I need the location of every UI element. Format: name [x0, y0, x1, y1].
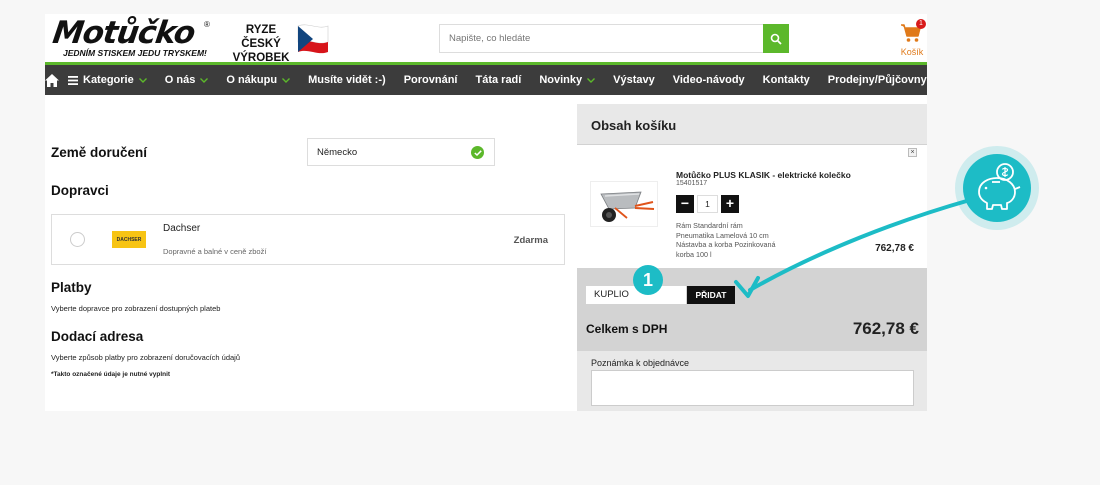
search-icon [770, 33, 782, 45]
nav-item-musite-videt[interactable]: Musíte vidět :-) [299, 65, 395, 95]
nav-item-video-navody[interactable]: Video-návody [664, 65, 754, 95]
decrease-quantity-button[interactable]: − [676, 195, 694, 213]
payments-note: Vyberte dopravce pro zobrazení dostupnýc… [51, 304, 221, 313]
logo-registered-mark: ® [204, 20, 210, 29]
nav-label-novinky: Novinky [539, 74, 583, 86]
nav-item-novinky[interactable]: Novinky [530, 65, 604, 95]
carrier-name: Dachser [163, 223, 201, 234]
country-select[interactable]: Německo [307, 138, 495, 166]
made-in-czech-text: RYZE ČESKÝ VÝROBEK [226, 23, 296, 65]
czech-flag-icon [297, 24, 329, 54]
nav-label-tata-radi: Táta radí [475, 74, 522, 86]
savings-badge-inner [963, 154, 1031, 222]
nav-item-o-nas[interactable]: O nás [156, 65, 218, 95]
carrier-radio[interactable] [70, 232, 85, 247]
nav-label-kategorie: Kategorie [83, 74, 134, 86]
dachser-logo: DACHSER [112, 231, 146, 248]
cart-label: Košík [900, 47, 924, 57]
step-number-badge: 1 [633, 265, 663, 295]
nav-item-porovnani[interactable]: Porovnání [395, 65, 467, 95]
cart-count-badge: 1 [916, 19, 926, 29]
product-image[interactable] [590, 181, 658, 227]
dachser-logo-text: DACHSER [116, 236, 142, 243]
chevron-down-icon [200, 77, 209, 83]
order-note-textarea[interactable] [591, 370, 914, 406]
carrier-description: Dopravné a balné v ceně zboží [163, 247, 267, 256]
logo-wordmark: Motůčko [50, 15, 197, 51]
nav-label-o-nas: O nás [164, 74, 196, 86]
cart-summary-title: Obsah košíku [591, 118, 677, 133]
remove-item-button[interactable]: × [908, 148, 917, 157]
site-header: Motůčko ® JEDNÍM STISKEM JEDU TRYSKEM! R… [45, 14, 927, 65]
product-name[interactable]: Motůčko PLUS KLASIK - elektrické kolečko [676, 170, 851, 180]
nav-item-prodejny[interactable]: Prodejny/Půjčovny [819, 65, 936, 95]
cart-button[interactable]: 1 Košík [898, 19, 926, 60]
nav-item-tata-radi[interactable]: Táta radí [466, 65, 530, 95]
main-navigation: Kategorie O nás O nákupu Musíte vidět :-… [45, 65, 927, 95]
nav-label-vystavy: Výstavy [613, 74, 655, 86]
order-note-label: Poznámka k objednávce [591, 358, 690, 368]
required-fields-note: *Takto označené údaje je nutné vyplnit [51, 371, 171, 378]
carriers-heading: Dopravci [51, 183, 109, 198]
nav-label-porovnani: Porovnání [403, 74, 458, 86]
checkout-form: Země doručení Německo Dopravci DACHSER D… [45, 104, 575, 411]
wheelbarrow-icon [600, 191, 655, 222]
nav-label-musite-videt: Musíte vidět :-) [308, 74, 386, 86]
total-value: 762,78 € [852, 319, 919, 338]
search-input[interactable] [440, 25, 764, 52]
piggy-bank-icon [978, 163, 1021, 210]
nav-label-prodejny: Prodejny/Půjčovny [827, 74, 927, 86]
check-icon [471, 146, 484, 159]
country-heading: Země doručení [51, 145, 148, 160]
address-note: Vyberte způsob platby pro zobrazení doru… [51, 353, 241, 362]
carrier-price: Zdarma [513, 235, 548, 246]
logo-tagline: JEDNÍM STISKEM JEDU TRYSKEM! [63, 48, 207, 58]
carrier-option-dachser[interactable]: DACHSER Dachser Dopravné a balné v ceně … [51, 214, 565, 265]
search-bar [439, 24, 789, 53]
nav-label-kontakty: Kontakty [762, 74, 810, 86]
home-icon [45, 73, 59, 87]
chevron-down-icon [282, 77, 291, 83]
nav-item-kontakty[interactable]: Kontakty [754, 65, 819, 95]
payments-heading: Platby [51, 280, 92, 295]
made-in-czech-badge: RYZE ČESKÝ VÝROBEK [226, 23, 336, 64]
country-select-value: Německo [317, 147, 358, 158]
callout-arrow [734, 198, 972, 298]
search-button[interactable] [763, 24, 789, 53]
total-label: Celkem s DPH [586, 322, 668, 336]
made-line-1: RYZE ČESKÝ [241, 24, 281, 50]
savings-badge [955, 146, 1039, 230]
hamburger-icon [68, 75, 78, 85]
address-heading: Dodací adresa [51, 329, 144, 344]
chevron-down-icon [587, 77, 596, 83]
nav-item-kategorie[interactable]: Kategorie [59, 65, 156, 95]
nav-item-o-nakupu[interactable]: O nákupu [217, 65, 299, 95]
chevron-down-icon [138, 77, 147, 83]
site-logo[interactable]: Motůčko ® JEDNÍM STISKEM JEDU TRYSKEM! [50, 15, 213, 60]
nav-home-button[interactable] [45, 65, 59, 95]
nav-label-o-nakupu: O nákupu [226, 74, 278, 86]
nav-item-vystavy[interactable]: Výstavy [604, 65, 664, 95]
nav-label-video-navody: Video-návody [672, 74, 745, 86]
